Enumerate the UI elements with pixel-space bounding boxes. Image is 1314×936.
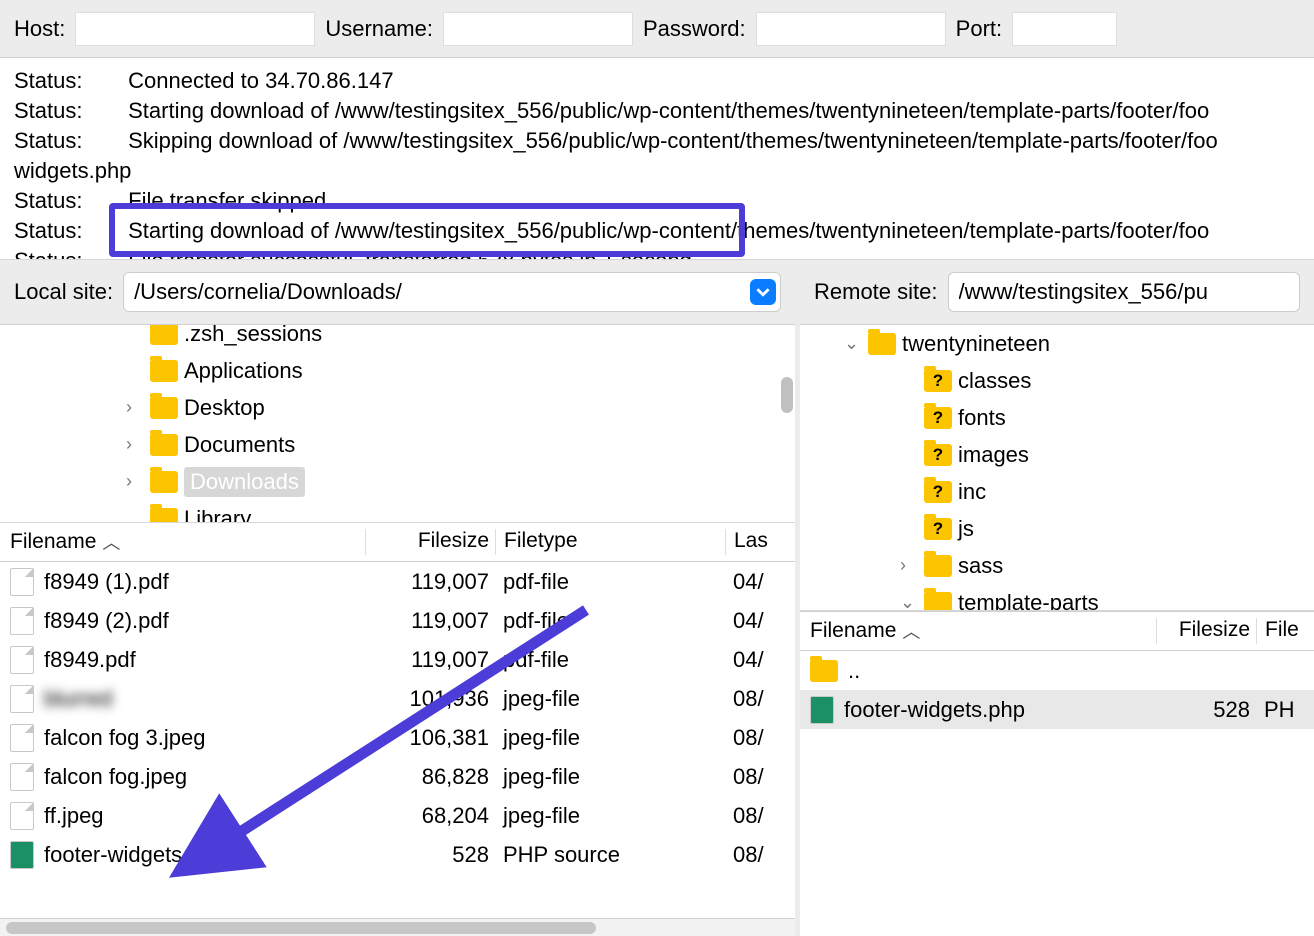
folder-icon [150, 471, 178, 493]
file-row[interactable]: falcon fog.jpeg86,828jpeg-file08/ [0, 757, 795, 796]
tree-item[interactable]: images [800, 436, 1314, 473]
file-row[interactable]: f8949 (2).pdf119,007pdf-file04/ [0, 601, 795, 640]
file-row[interactable]: f8949.pdf119,007pdf-file04/ [0, 640, 795, 679]
folder-icon [150, 360, 178, 382]
tree-item[interactable]: ›Applications [0, 352, 795, 389]
file-icon [10, 802, 34, 830]
tree-item[interactable]: ⌄template-parts [800, 584, 1314, 611]
h-scrollbar[interactable] [0, 918, 795, 936]
file-icon [10, 685, 34, 713]
tree-item[interactable]: classes [800, 362, 1314, 399]
username-label: Username: [325, 16, 433, 42]
dropdown-icon[interactable] [750, 279, 776, 305]
folder-icon [924, 518, 952, 540]
file-row[interactable]: footer-widgets.php528PHP source08/ [0, 835, 795, 874]
file-icon [10, 724, 34, 752]
folder-icon [150, 325, 178, 345]
folder-icon [924, 370, 952, 392]
remote-file-header[interactable]: Filename︿ Filesize File [800, 611, 1314, 651]
chevron-right-icon: › [126, 434, 144, 455]
chevron-icon: › [900, 555, 918, 576]
folder-icon [924, 407, 952, 429]
local-path-combo[interactable]: /Users/cornelia/Downloads/ [123, 272, 781, 312]
file-icon [10, 607, 34, 635]
folder-icon [924, 481, 952, 503]
port-input[interactable] [1012, 12, 1117, 46]
tree-item[interactable]: ›sass [800, 547, 1314, 584]
remote-path-combo[interactable]: /www/testingsitex_556/pu [948, 272, 1301, 312]
local-pane: Local site: /Users/cornelia/Downloads/ ›… [0, 260, 800, 936]
chevron-icon: ⌄ [900, 592, 918, 611]
tree-item[interactable]: ›.zsh_sessions [0, 325, 795, 352]
file-row[interactable]: blurred101,936jpeg-file08/ [0, 679, 795, 718]
tree-item[interactable]: js [800, 510, 1314, 547]
file-icon [10, 763, 34, 791]
folder-icon [924, 592, 952, 612]
scrollbar-thumb[interactable] [781, 377, 793, 413]
tree-item[interactable]: inc [800, 473, 1314, 510]
password-label: Password: [643, 16, 746, 42]
port-label: Port: [956, 16, 1002, 42]
file-icon [810, 696, 834, 724]
file-row[interactable]: .. [800, 651, 1314, 690]
remote-site-label: Remote site: [814, 279, 938, 305]
folder-icon [150, 434, 178, 456]
remote-file-list[interactable]: ..footer-widgets.php528PH [800, 651, 1314, 936]
file-row[interactable]: ff.jpeg68,204jpeg-file08/ [0, 796, 795, 835]
chevron-icon: ⌄ [844, 333, 862, 354]
folder-icon [924, 555, 952, 577]
local-tree[interactable]: ›.zsh_sessions›Applications›Desktop›Docu… [0, 325, 795, 523]
host-input[interactable] [75, 12, 315, 46]
file-row[interactable]: falcon fog 3.jpeg106,381jpeg-file08/ [0, 718, 795, 757]
tree-item[interactable]: ›Library [0, 500, 795, 523]
tree-item[interactable]: ›Documents [0, 426, 795, 463]
folder-icon [868, 333, 896, 355]
tree-item[interactable]: ›Desktop [0, 389, 795, 426]
folder-icon [150, 397, 178, 419]
local-site-label: Local site: [14, 279, 113, 305]
sort-asc-icon: ︿ [902, 618, 920, 644]
file-icon [10, 568, 34, 596]
chevron-right-icon: › [126, 397, 144, 418]
folder-icon [924, 444, 952, 466]
file-icon [10, 841, 34, 869]
remote-tree[interactable]: ⌄twentynineteenclassesfontsimagesincjs›s… [800, 325, 1314, 611]
file-row[interactable]: footer-widgets.php528PH [800, 690, 1314, 729]
connection-bar: Host: Username: Password: Port: [0, 0, 1314, 58]
sort-asc-icon: ︿ [102, 529, 120, 555]
tree-item[interactable]: ⌄twentynineteen [800, 325, 1314, 362]
file-row[interactable]: f8949 (1).pdf119,007pdf-file04/ [0, 562, 795, 601]
username-input[interactable] [443, 12, 633, 46]
local-file-header[interactable]: Filename︿ Filesize Filetype Las [0, 523, 795, 562]
host-label: Host: [14, 16, 65, 42]
chevron-right-icon: › [126, 471, 144, 492]
folder-icon [150, 508, 178, 524]
file-icon [10, 646, 34, 674]
tree-item[interactable]: fonts [800, 399, 1314, 436]
tree-item[interactable]: ›Downloads [0, 463, 795, 500]
remote-pane: Remote site: /www/testingsitex_556/pu ⌄t… [800, 260, 1314, 936]
local-file-list[interactable]: f8949 (1).pdf119,007pdf-file04/f8949 (2)… [0, 562, 795, 918]
transfer-log: Status: Connected to 34.70.86.147 Status… [0, 58, 1314, 260]
password-input[interactable] [756, 12, 946, 46]
folder-up-icon [810, 660, 838, 682]
